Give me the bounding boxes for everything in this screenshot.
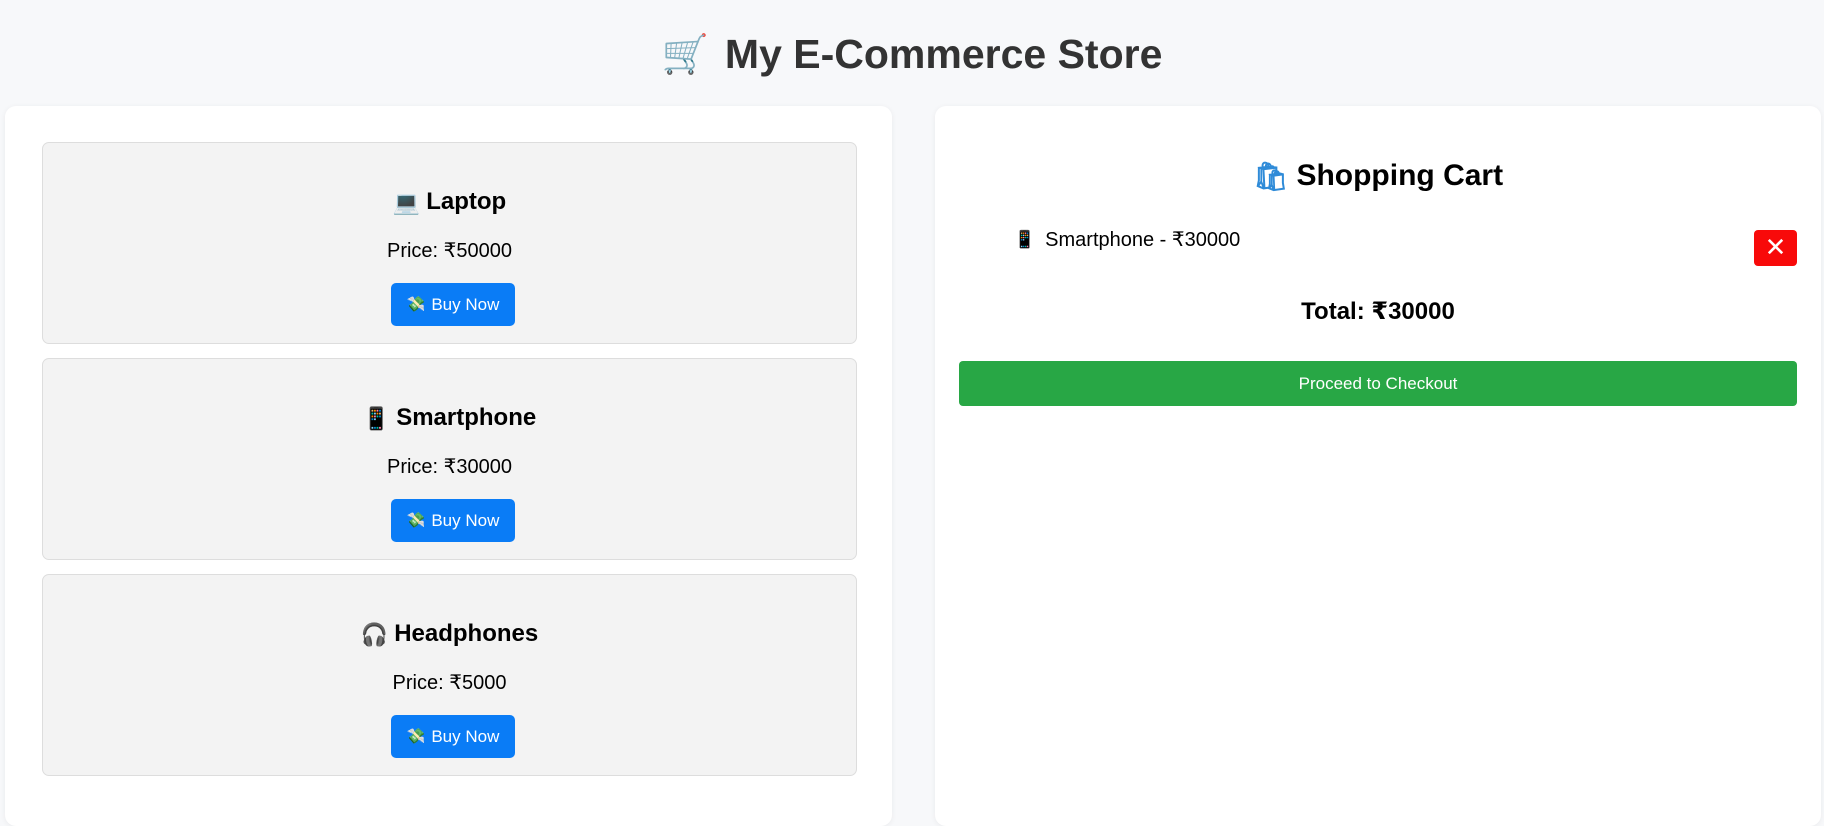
cart-item-text: Smartphone - ₹30000 xyxy=(1045,229,1241,251)
product-card-smartphone: 📱 Smartphone Price: ₹30000 💸 Buy Now xyxy=(42,358,857,560)
product-price: Price: ₹30000 xyxy=(386,456,513,478)
buy-now-label: Buy Now xyxy=(431,294,500,314)
shopping-bags-icon: 🛍 xyxy=(1252,160,1289,193)
money-icon: 💸 xyxy=(406,295,426,313)
remove-item-button[interactable]: ✕ xyxy=(1754,230,1797,266)
buy-now-button-laptop[interactable]: 💸 Buy Now xyxy=(391,283,515,326)
product-price: Price: ₹5000 xyxy=(392,672,507,694)
page-title: 🛒 My E-Commerce Store xyxy=(662,29,1163,78)
headphones-icon: 🎧 xyxy=(360,623,389,648)
product-name: 💻 Laptop xyxy=(43,187,856,217)
shopping-cart-icon: 🛒 xyxy=(661,32,709,76)
page-title-text: My E-Commerce Store xyxy=(724,30,1163,77)
product-name: 📱 Smartphone xyxy=(43,403,856,433)
close-icon: ✕ xyxy=(1764,233,1787,263)
cart-total: Total: ₹30000 xyxy=(1301,298,1455,325)
smartphone-icon: 📱 xyxy=(1014,229,1036,250)
shopping-cart-panel: 🛍 Shopping Cart 📱 Smartphone - ₹30000 ✕ T… xyxy=(935,106,1821,826)
products-panel: 💻 Laptop Price: ₹50000 💸 Buy Now 📱 Smartph… xyxy=(5,106,892,826)
money-icon: 💸 xyxy=(406,511,426,529)
product-name-text: Laptop xyxy=(426,188,507,215)
cart-item: 📱 Smartphone - ₹30000 xyxy=(1014,227,1240,253)
cart-title: 🛍 Shopping Cart xyxy=(935,156,1821,196)
money-icon: 💸 xyxy=(406,727,426,745)
buy-now-button-smartphone[interactable]: 💸 Buy Now xyxy=(391,499,515,542)
product-card-laptop: 💻 Laptop Price: ₹50000 💸 Buy Now xyxy=(42,142,857,344)
buy-now-button-headphones[interactable]: 💸 Buy Now xyxy=(391,715,515,758)
smartphone-icon: 📱 xyxy=(362,407,391,432)
proceed-to-checkout-button[interactable]: Proceed to Checkout xyxy=(959,361,1797,406)
product-card-headphones: 🎧 Headphones Price: ₹5000 💸 Buy Now xyxy=(42,574,857,776)
product-name-text: Smartphone xyxy=(396,404,537,431)
cart-title-text: Shopping Cart xyxy=(1296,159,1504,192)
product-name: 🎧 Headphones xyxy=(43,619,856,649)
buy-now-label: Buy Now xyxy=(431,726,500,746)
product-name-text: Headphones xyxy=(394,620,539,647)
laptop-icon: 💻 xyxy=(392,191,421,216)
store-header: 🛒 My E-Commerce Store xyxy=(0,0,1824,106)
product-price: Price: ₹50000 xyxy=(386,240,513,262)
buy-now-label: Buy Now xyxy=(431,510,500,530)
